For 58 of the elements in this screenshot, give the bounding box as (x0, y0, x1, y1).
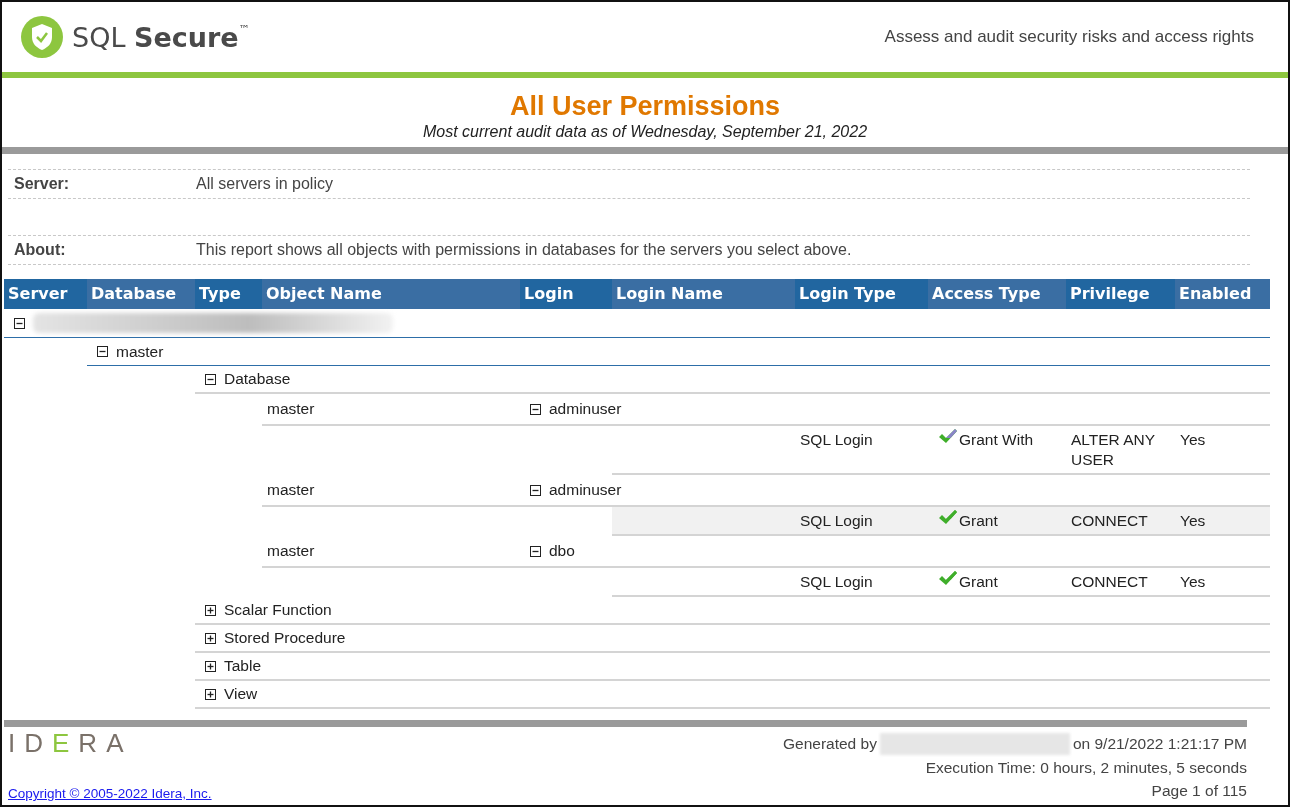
column-header: Object Name (262, 279, 520, 309)
table-cell: Grant (959, 572, 998, 591)
copyright-link[interactable]: Copyright © 2005-2022 Idera, Inc. (8, 786, 212, 801)
column-header: Access Type (928, 279, 1066, 309)
column-header: Type (195, 279, 262, 309)
table-cell-text: ALTER ANY USER (1070, 430, 1156, 470)
tagline: Assess and audit security risks and access rights (884, 27, 1254, 47)
page-number: Page 1 of 115 (1151, 781, 1247, 801)
table-cell: adminuser (549, 400, 622, 418)
parameter-label: About: (13, 241, 67, 259)
object-type: Scalar Function (224, 601, 332, 619)
expand-icon[interactable] (205, 604, 216, 616)
report-title: All User Permissions (508, 91, 782, 121)
generated-by-label: Generated by (782, 734, 877, 754)
expand-icon[interactable] (205, 660, 216, 672)
collapse-icon[interactable] (14, 317, 25, 329)
collapse-icon[interactable] (530, 545, 541, 557)
table-cell-text: Yes (1179, 430, 1207, 449)
column-header: Enabled (1175, 279, 1270, 309)
table-cell-text: master (266, 481, 316, 499)
table-cell: Grant (959, 511, 998, 530)
column-header: Login Type (795, 279, 928, 309)
parameter-value: All servers in policy (196, 175, 333, 193)
table-cell-text: SQL Login (799, 572, 874, 591)
report-subtitle: Most current audit data as of Wednesday, September 21, 2022 (421, 123, 869, 141)
table-cell-text: master (266, 400, 316, 418)
table-cell: Grant With (959, 430, 1034, 449)
column-header: Database (87, 279, 195, 309)
object-type: View (224, 685, 258, 703)
generated-date: on 9/21/2022 1:21:17 PM (1072, 734, 1247, 754)
object-type: Stored Procedure (224, 629, 346, 647)
table-cell-text: Yes (1179, 511, 1207, 530)
table-cell-text: Yes (1179, 572, 1207, 591)
product-name: SQL Secure$^{™}$ (72, 21, 250, 53)
column-header: Login (520, 279, 612, 309)
table-cell-text: SQL Login (799, 430, 874, 449)
table-cell-text: master (266, 542, 316, 560)
collapse-icon[interactable] (205, 373, 216, 385)
table-cell-text: CONNECT (1070, 511, 1149, 531)
column-header: Privilege (1066, 279, 1175, 309)
table-cell-text: SQL Login (799, 511, 874, 530)
collapse-icon[interactable] (530, 484, 541, 496)
object-type: Database (224, 370, 291, 388)
execution-time: Execution Time: 0 hours, 2 minutes, 5 seconds (925, 758, 1247, 778)
table-cell-text: CONNECT (1070, 572, 1149, 592)
database-name: master (116, 342, 164, 361)
parameter-value: This report shows all objects with permissions in databases for the servers you select above. (196, 241, 852, 259)
shield-logo-icon (20, 15, 64, 59)
object-type: Table (224, 657, 262, 675)
table-cell: dbo (549, 542, 575, 560)
column-header: Login Name (612, 279, 795, 309)
expand-icon[interactable] (205, 632, 216, 644)
expand-icon[interactable] (205, 688, 216, 700)
table-cell: adminuser (549, 481, 622, 499)
collapse-icon[interactable] (97, 346, 108, 357)
collapse-icon[interactable] (530, 403, 541, 415)
column-header: Server (4, 279, 87, 309)
parameter-label: Server: (13, 175, 71, 193)
